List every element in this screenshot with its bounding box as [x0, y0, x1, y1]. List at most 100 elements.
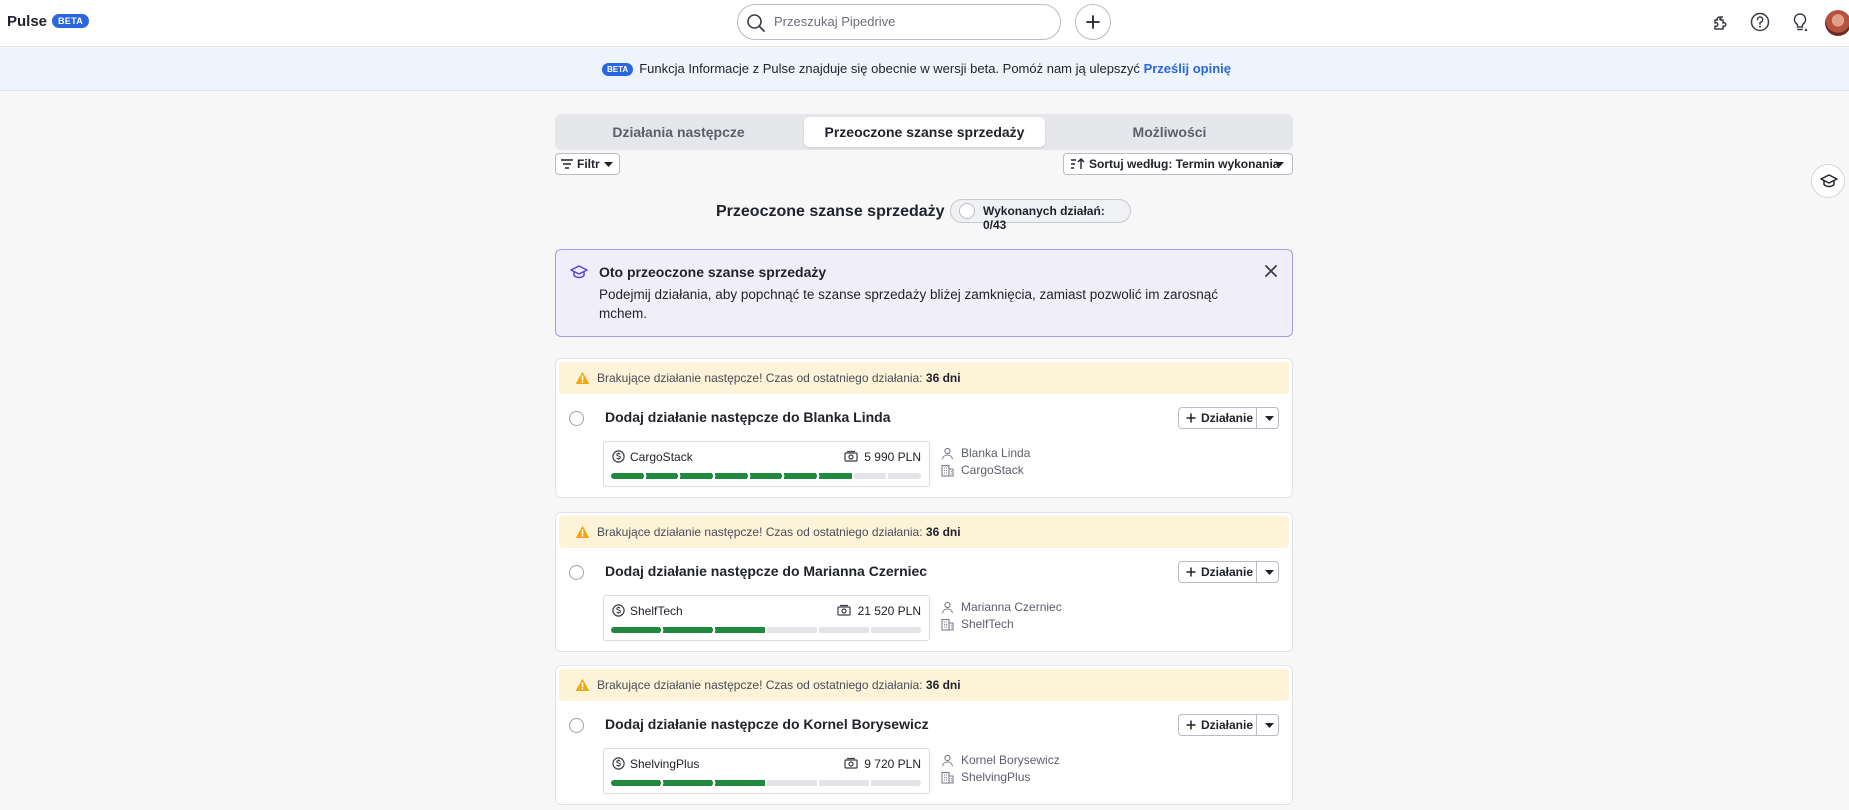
progress-ring-icon — [959, 203, 975, 219]
chevron-down-icon[interactable] — [1265, 416, 1274, 421]
top-bar: Pulse BETA — [0, 0, 1849, 47]
close-icon[interactable] — [1264, 264, 1278, 278]
completed-actions-label: Wykonanych działań: 0/43 — [983, 204, 1105, 232]
sort-button[interactable]: Sortuj według: Termin wykonania — [1063, 153, 1293, 175]
coin-icon — [612, 450, 625, 463]
mark-done-checkbox[interactable] — [569, 411, 584, 426]
warning-text: Brakujące działanie następcze! Czas od o… — [597, 678, 923, 692]
pipeline-stage — [819, 627, 869, 633]
person-name[interactable]: Marianna Czerniec — [961, 600, 1062, 614]
deal-name: CargoStack — [630, 450, 693, 464]
add-action-button[interactable]: Działanie — [1179, 715, 1257, 735]
deal-title: Dodaj działanie następcze do Blanka Lind… — [605, 409, 891, 425]
warning-icon — [575, 525, 590, 538]
tab-missed-opportunities[interactable]: Przeoczone szanse sprzedaży — [804, 117, 1045, 147]
user-avatar[interactable] — [1825, 10, 1849, 36]
pipeline-stage — [715, 627, 765, 633]
sort-label: Sortuj według: Termin wykonania — [1089, 157, 1280, 171]
chevron-down-icon — [604, 162, 613, 167]
pipeline-stage — [715, 780, 765, 786]
deal-name: ShelfTech — [630, 604, 683, 618]
tab-opportunities[interactable]: Możliwości — [1049, 117, 1290, 147]
banner-content: BETA Funkcja Informacje z Pulse znajduje … — [602, 61, 1231, 76]
quick-add-button[interactable] — [1075, 4, 1111, 40]
money-icon — [837, 604, 851, 616]
deal-value: 9 720 PLN — [864, 757, 921, 771]
help-icon[interactable] — [1749, 11, 1771, 33]
banner-text: Funkcja Informacje z Pulse znajduje się … — [639, 61, 1140, 76]
graduation-cap-icon — [1820, 174, 1838, 188]
pipeline-stage — [663, 627, 713, 633]
tab-follow-ups[interactable]: Działania następcze — [558, 117, 799, 147]
deal-card: Brakujące działanie następcze! Czas od o… — [555, 665, 1293, 805]
filter-label: Filtr — [577, 157, 600, 171]
organization-name[interactable]: CargoStack — [961, 463, 1024, 477]
pipeline-stage — [819, 780, 869, 786]
search-icon — [747, 14, 765, 32]
warning-days: 36 dni — [925, 525, 961, 539]
feedback-link[interactable]: Prześlij opinię — [1144, 61, 1231, 76]
missing-follow-up-warning: Brakujące działanie następcze! Czas od o… — [559, 516, 1289, 548]
search-box[interactable] — [737, 4, 1061, 40]
pipeline-stage — [611, 627, 661, 633]
section-title: Przeoczone szanse sprzedaży — [716, 203, 945, 220]
deal-summary[interactable]: CargoStack 5 990 PLN — [603, 441, 930, 487]
pipeline-stage — [853, 473, 887, 479]
banner-beta-badge: BETA — [602, 63, 634, 76]
chevron-down-icon — [1275, 162, 1284, 167]
stage-chevron-icon — [660, 780, 664, 786]
lightbulb-icon[interactable] — [1789, 11, 1811, 33]
beta-banner: BETA Funkcja Informacje z Pulse znajduje … — [0, 48, 1849, 91]
filter-icon — [561, 159, 573, 169]
person-icon — [941, 601, 954, 614]
organization-name[interactable]: ShelfTech — [961, 617, 1014, 631]
stage-chevron-icon — [677, 473, 682, 479]
building-icon — [941, 464, 954, 477]
stage-chevron-icon — [746, 473, 751, 479]
add-action-button[interactable]: Działanie — [1179, 408, 1257, 428]
add-action-label: Działanie — [1201, 411, 1254, 425]
person-name[interactable]: Kornel Borysewicz — [961, 753, 1060, 767]
info-title: Oto przeoczone szanse sprzedaży — [599, 264, 827, 280]
deal-summary[interactable]: ShelvingPlus 9 720 PLN — [603, 748, 930, 794]
money-icon — [844, 450, 858, 462]
warning-days: 36 dni — [925, 371, 961, 385]
pipeline-stage — [767, 780, 817, 786]
action-split-button: Działanie — [1178, 561, 1279, 583]
pipeline-stage — [645, 473, 679, 479]
add-action-button[interactable]: Działanie — [1179, 562, 1257, 582]
deal-summary[interactable]: ShelfTech 21 520 PLN — [603, 595, 930, 641]
building-icon — [941, 771, 954, 784]
stage-chevron-icon — [642, 473, 647, 479]
chevron-down-icon[interactable] — [1265, 570, 1274, 575]
missing-follow-up-warning: Brakujące działanie następcze! Czas od o… — [559, 362, 1289, 394]
stage-chevron-icon — [660, 627, 664, 633]
missing-follow-up-warning: Brakujące działanie następcze! Czas od o… — [559, 669, 1289, 701]
pipeline-stage — [888, 473, 921, 479]
plus-icon — [1086, 15, 1100, 29]
pipeline-stage — [871, 780, 921, 786]
learning-button[interactable] — [1811, 164, 1845, 198]
building-icon — [941, 618, 954, 631]
pipeline-stage — [680, 473, 713, 479]
info-text: Podejmij działania, aby popchnąć te szan… — [599, 287, 1219, 321]
deal-value: 21 520 PLN — [857, 604, 921, 618]
mark-done-checkbox[interactable] — [569, 565, 584, 580]
pipeline-stage — [663, 780, 713, 786]
puzzle-icon[interactable] — [1710, 11, 1732, 33]
pipeline-stage — [784, 473, 817, 479]
warning-text: Brakujące działanie następcze! Czas od o… — [597, 525, 923, 539]
pipeline-stage — [819, 473, 852, 479]
plus-icon — [1186, 720, 1196, 730]
person-name[interactable]: Blanka Linda — [961, 446, 1030, 460]
chevron-down-icon[interactable] — [1265, 723, 1274, 728]
organization-name[interactable]: ShelvingPlus — [961, 770, 1030, 784]
filter-button[interactable]: Filtr — [555, 153, 620, 175]
search-input[interactable] — [774, 14, 1044, 29]
deal-card: Brakujące działanie następcze! Czas od o… — [555, 358, 1293, 498]
sort-icon — [1071, 158, 1085, 169]
plus-icon — [1186, 567, 1196, 577]
stage-chevron-icon — [816, 473, 820, 479]
pipeline-stage — [715, 473, 748, 479]
mark-done-checkbox[interactable] — [569, 718, 584, 733]
